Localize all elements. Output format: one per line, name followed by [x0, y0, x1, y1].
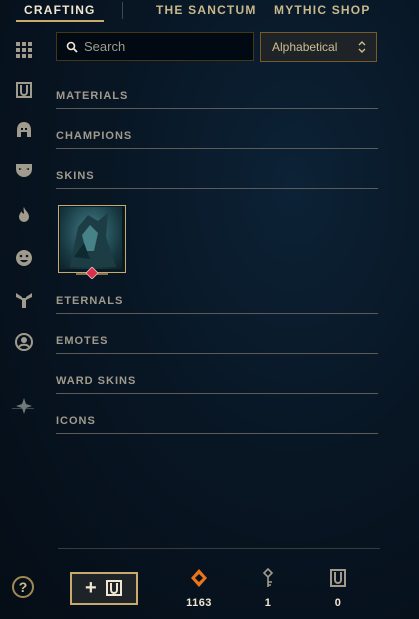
section-title: MATERIALS: [56, 90, 129, 102]
orange-essence-icon: [191, 569, 207, 587]
plus-icon: +: [85, 577, 97, 599]
section-icons[interactable]: ICONS: [56, 413, 378, 434]
sort-selected-value: Alphabetical: [272, 40, 338, 54]
section-champions[interactable]: CHAMPIONS: [56, 128, 378, 149]
chevron-updown-icon: [358, 41, 366, 53]
search-icon: [66, 41, 78, 53]
section-ward-skins[interactable]: WARD SKINS: [56, 373, 378, 394]
summoner-icon-icon[interactable]: [12, 330, 36, 354]
sort-dropdown[interactable]: Alphabetical: [260, 32, 377, 62]
skin-shard-item[interactable]: [58, 205, 126, 279]
section-emotes[interactable]: EMOTES: [56, 333, 378, 354]
crafting-anvil-icon[interactable]: [12, 394, 36, 418]
section-eternals[interactable]: ETERNALS: [56, 293, 378, 314]
section-materials[interactable]: MATERIALS: [56, 88, 378, 109]
ward-flame-icon[interactable]: [12, 203, 36, 227]
tab-divider: [122, 2, 123, 19]
orange-essence-value: 1163: [186, 597, 212, 609]
chest-icon: [330, 569, 346, 587]
active-tab-underline: [16, 20, 104, 22]
footer-divider: [58, 548, 380, 549]
tab-crafting[interactable]: CRAFTING: [24, 3, 96, 17]
key-icon: [262, 568, 274, 587]
rarity-gem-icon: [76, 267, 108, 279]
chest-counter: 0: [318, 568, 358, 612]
section-title: ICONS: [56, 415, 96, 427]
skin-mask-icon[interactable]: [12, 158, 36, 182]
chest-value: 0: [334, 597, 342, 609]
key-counter: 1: [248, 568, 288, 612]
section-title: WARD SKINS: [56, 375, 137, 387]
key-value: 1: [264, 597, 272, 609]
eternals-icon[interactable]: [12, 288, 36, 312]
section-title: CHAMPIONS: [56, 130, 133, 142]
orange-essence-counter: 1163: [179, 568, 219, 612]
top-tab-bar: CRAFTING THE SANCTUM MYTHIC SHOP: [0, 0, 419, 22]
section-title: ETERNALS: [56, 295, 124, 307]
chest-icon: [106, 580, 122, 596]
skin-artwork: [60, 207, 122, 269]
emote-face-icon[interactable]: [12, 246, 36, 270]
section-skins[interactable]: SKINS: [56, 168, 378, 189]
add-chest-button[interactable]: +: [70, 572, 138, 605]
search-input[interactable]: [84, 33, 249, 60]
tab-mythic-shop[interactable]: MYTHIC SHOP: [274, 3, 371, 17]
champion-helmet-icon[interactable]: [12, 118, 36, 142]
section-title: SKINS: [56, 170, 95, 182]
tab-the-sanctum[interactable]: THE SANCTUM: [156, 3, 257, 17]
help-button[interactable]: ?: [12, 576, 34, 598]
grid-icon[interactable]: [12, 38, 36, 62]
section-title: EMOTES: [56, 335, 109, 347]
search-box[interactable]: [56, 32, 254, 61]
chest-icon[interactable]: [12, 78, 36, 102]
